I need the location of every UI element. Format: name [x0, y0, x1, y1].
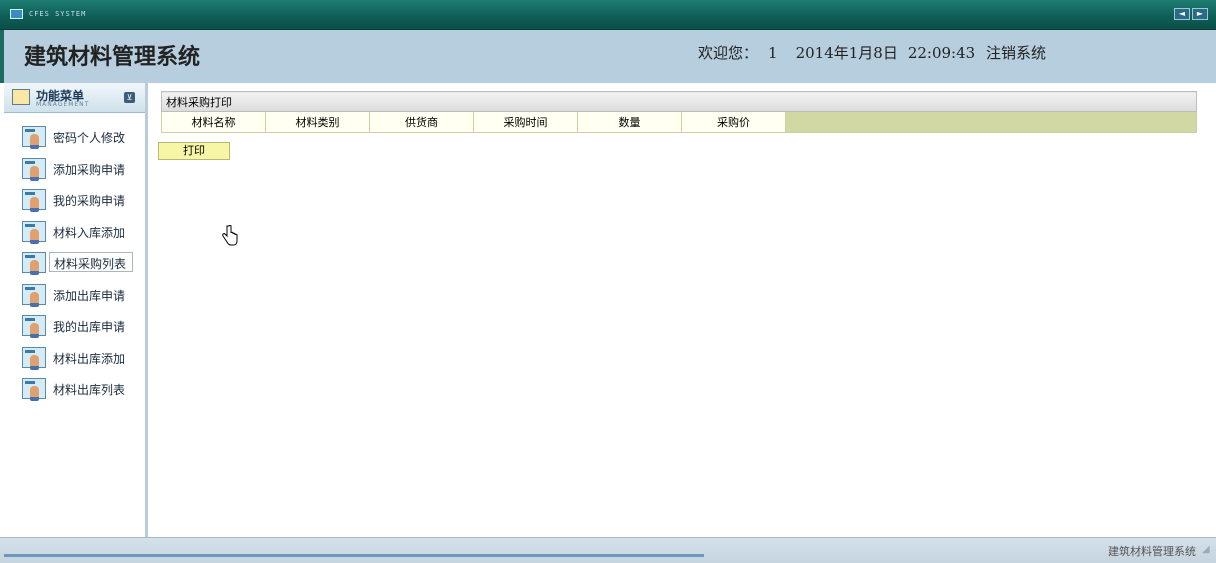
user-card-icon — [22, 189, 46, 212]
status-bar: 建筑材料管理系统 ◢ — [0, 537, 1216, 563]
nav-arrows: ◄ ► — [1174, 8, 1208, 20]
resize-grip-icon[interactable]: ◢ — [1202, 544, 1212, 556]
column-header: 采购价 — [681, 111, 786, 133]
welcome-info: 欢迎您： 1 2014年1月8日 22:09:43 — [698, 42, 985, 63]
sidebar-item-label[interactable]: 材料出库列表 — [53, 381, 125, 398]
window-titlebar: CFES SYSTEM ◄ ► — [0, 0, 1216, 30]
hand-cursor-icon — [222, 225, 238, 246]
sidebar-item-label[interactable]: 添加采购申请 — [53, 161, 125, 178]
purchase-print-table: 材料采购打印 材料名称 材料类别 供货商 采购时间 数量 采购价 — [161, 91, 1197, 133]
sidebar-item-add-purchase[interactable]: 添加采购申请 — [4, 154, 145, 186]
sidebar-item-outbound-list[interactable]: 材料出库列表 — [4, 374, 145, 406]
table-header-row: 材料名称 材料类别 供货商 采购时间 数量 采购价 — [161, 111, 1197, 133]
current-time: 22:09:43 — [907, 44, 976, 62]
right-arrow-icon[interactable]: ► — [1192, 8, 1208, 20]
sidebar-item-stock-out[interactable]: 材料出库添加 — [4, 343, 145, 375]
loading-progress — [4, 554, 704, 557]
current-date: 2014年1月8日 — [795, 44, 898, 62]
monitor-icon — [10, 9, 23, 19]
page-title: 建筑材料管理系统 — [24, 44, 201, 70]
user-card-icon — [22, 220, 46, 244]
sidebar-item-label[interactable]: 材料采购列表 — [49, 252, 133, 272]
user-card-icon — [22, 378, 46, 401]
sidebar-item-label[interactable]: 我的出库申请 — [53, 318, 125, 335]
sidebar-item-change-password[interactable]: 密码个人修改 — [4, 122, 145, 154]
menu-home-icon — [12, 89, 30, 105]
user-card-icon — [22, 252, 46, 275]
column-header: 材料名称 — [161, 111, 266, 133]
app-header: 建筑材料管理系统 欢迎您： 1 2014年1月8日 22:09:43 注销系统 — [0, 30, 1216, 83]
collapse-toggle-icon[interactable]: ⊻ — [124, 92, 135, 103]
table-caption: 材料采购打印 — [161, 91, 1197, 112]
print-button[interactable]: 打印 — [158, 142, 230, 160]
menu-list: 密码个人修改 添加采购申请 我的采购申请 材料入库添加 材料采购列表 添加出库申… — [4, 113, 145, 406]
logout-link[interactable]: 注销系统 — [986, 42, 1046, 63]
sidebar-item-add-outbound[interactable]: 添加出库申请 — [4, 280, 145, 312]
user-card-icon — [22, 315, 46, 338]
sidebar-item-label[interactable]: 材料出库添加 — [53, 350, 125, 367]
left-arrow-icon[interactable]: ◄ — [1174, 8, 1190, 20]
user-card-icon — [22, 126, 46, 149]
sidebar-item-purchase-list[interactable]: 材料采购列表 — [4, 248, 145, 280]
column-header: 材料类别 — [265, 111, 370, 133]
main-content: 材料采购打印 材料名称 材料类别 供货商 采购时间 数量 采购价 打印 — [148, 83, 1216, 537]
sidebar-item-label[interactable]: 添加出库申请 — [53, 287, 125, 304]
column-header: 采购时间 — [473, 111, 578, 133]
sidebar-item-stock-in[interactable]: 材料入库添加 — [4, 217, 145, 249]
menu-subtitle: MANAGEMENT — [36, 101, 90, 108]
sidebar: 功能菜单 MANAGEMENT ⊻ 密码个人修改 添加采购申请 我的采购申请 材… — [4, 83, 151, 537]
user-card-icon — [22, 283, 46, 307]
sidebar-item-label[interactable]: 密码个人修改 — [53, 129, 125, 146]
user-card-icon — [22, 157, 46, 181]
current-user: 1 — [768, 44, 778, 62]
column-filler — [785, 111, 1197, 133]
user-card-icon — [22, 346, 46, 370]
system-name: CFES SYSTEM — [29, 10, 87, 18]
menu-header: 功能菜单 MANAGEMENT ⊻ — [4, 83, 145, 113]
status-text: 建筑材料管理系统 — [1108, 545, 1196, 558]
sidebar-item-label[interactable]: 我的采购申请 — [53, 192, 125, 209]
sidebar-item-my-purchases[interactable]: 我的采购申请 — [4, 185, 145, 217]
sidebar-item-label[interactable]: 材料入库添加 — [53, 224, 125, 241]
column-header: 供货商 — [369, 111, 474, 133]
column-header: 数量 — [577, 111, 682, 133]
sidebar-item-my-outbound[interactable]: 我的出库申请 — [4, 311, 145, 343]
welcome-label: 欢迎您： — [698, 44, 759, 62]
